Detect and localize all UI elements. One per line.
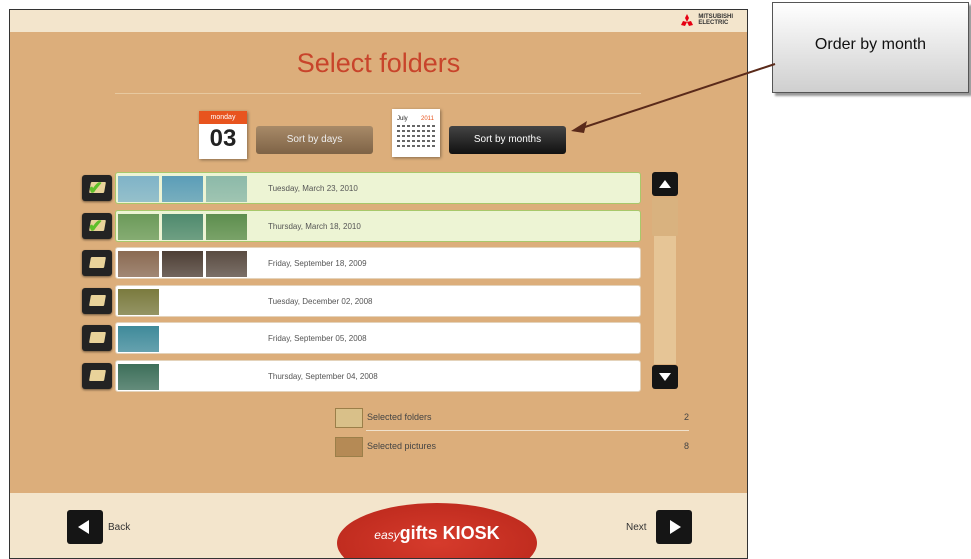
photo-thumbnail <box>162 251 203 277</box>
annotation-callout: Order by month <box>772 2 969 93</box>
folder-checkbox[interactable] <box>82 362 112 389</box>
sort-by-months-button[interactable]: Sort by months <box>449 126 566 154</box>
back-label[interactable]: Back <box>108 522 130 533</box>
arrow-up-icon <box>659 180 671 188</box>
scroll-down-button[interactable] <box>652 365 678 389</box>
summary-divider <box>366 430 689 431</box>
calendar-grid <box>397 125 435 149</box>
weekday-label: monday <box>199 111 247 124</box>
folder-icon <box>89 332 106 343</box>
folder-icon <box>89 257 106 268</box>
selected-pictures-summary: Selected pictures 8 <box>335 435 689 459</box>
folder-checkbox[interactable] <box>82 250 112 276</box>
photo-thumbnail <box>118 363 159 390</box>
folder-checkbox[interactable] <box>82 287 112 314</box>
folder-row[interactable]: Friday, September 18, 2009 <box>115 247 641 279</box>
arrow-right-icon <box>670 520 681 534</box>
selected-folders-summary: Selected folders 2 <box>335 406 689 430</box>
checkmark-icon: ✔ <box>88 215 104 236</box>
folder-row[interactable]: Thursday, September 04, 2008 <box>115 359 641 392</box>
logo-word-gifts: gifts <box>399 523 438 543</box>
day-calendar-icon[interactable]: monday 03 <box>199 111 247 159</box>
month-calendar-icon[interactable]: July 2011 <box>392 109 440 157</box>
selected-pictures-count: 8 <box>683 441 689 451</box>
month-label: July <box>397 116 408 122</box>
mitsubishi-logo: MITSUBISHI ELECTRIC <box>678 14 733 26</box>
selected-pictures-label: Selected pictures <box>367 441 437 451</box>
folder-row[interactable]: Friday, September 05, 2008 <box>115 322 641 354</box>
photo-thumbnail <box>206 176 247 202</box>
photo-thumbnail <box>118 288 159 315</box>
folder-thumbnails <box>118 176 247 202</box>
top-bar: MITSUBISHI ELECTRIC <box>10 10 747 32</box>
photo-thumbnail <box>162 213 203 240</box>
folder-icon <box>335 408 363 428</box>
folder-row[interactable]: Tuesday, December 02, 2008 <box>115 284 641 317</box>
pictures-icon <box>335 437 363 457</box>
folder-date: Tuesday, March 23, 2010 <box>268 184 358 193</box>
selected-folders-label: Selected folders <box>367 412 432 422</box>
callout-text: Order by month <box>814 36 927 53</box>
folder-thumbnails <box>118 213 247 240</box>
photo-thumbnail <box>118 251 159 277</box>
folder-date: Tuesday, December 02, 2008 <box>268 296 373 306</box>
photo-thumbnail <box>206 251 247 277</box>
logo-script: easy <box>374 528 400 542</box>
arrow-left-icon <box>78 520 89 534</box>
arrow-down-icon <box>659 373 671 381</box>
folder-icon <box>89 294 106 306</box>
folder-thumbnails <box>118 363 159 390</box>
folder-thumbnails <box>118 326 159 352</box>
folder-thumbnails <box>118 288 159 315</box>
photo-thumbnail <box>162 176 203 202</box>
folder-date: Thursday, September 04, 2008 <box>268 371 378 381</box>
folder-row[interactable]: Thursday, March 18, 2010 <box>115 209 641 242</box>
title-divider <box>115 93 641 94</box>
folder-thumbnails <box>118 251 247 277</box>
photo-thumbnail <box>118 213 159 240</box>
folder-date: Thursday, March 18, 2010 <box>268 221 361 231</box>
checkmark-icon: ✔ <box>88 178 104 198</box>
selected-folders-count: 2 <box>683 412 689 422</box>
back-button[interactable] <box>67 510 103 544</box>
next-label[interactable]: Next <box>626 522 647 533</box>
sort-by-days-button[interactable]: Sort by days <box>256 126 373 154</box>
photo-thumbnail <box>118 176 159 202</box>
day-number: 03 <box>209 125 237 152</box>
scroll-up-button[interactable] <box>652 172 678 196</box>
folder-checkbox[interactable] <box>82 325 112 351</box>
kiosk-window: MITSUBISHI ELECTRIC Select folders monda… <box>9 9 748 559</box>
year-label: 2011 <box>421 116 434 122</box>
photo-thumbnail <box>118 326 159 352</box>
folder-date: Friday, September 18, 2009 <box>268 259 367 268</box>
folder-date: Friday, September 05, 2008 <box>268 334 367 343</box>
folder-checkbox-checked[interactable]: ✔ <box>82 212 112 239</box>
logo-word-kiosk: KIOSK <box>442 523 500 543</box>
page-title: Select folders <box>296 48 461 78</box>
scrollbar-thumb[interactable] <box>652 198 678 236</box>
photo-thumbnail <box>206 213 247 240</box>
folder-checkbox-checked[interactable]: ✔ <box>82 175 112 201</box>
folder-row[interactable]: Tuesday, March 23, 2010 <box>115 172 641 204</box>
mitsubishi-diamonds-icon <box>681 14 694 26</box>
brand-name-line2: ELECTRIC <box>698 20 729 26</box>
next-button[interactable] <box>656 510 692 544</box>
folder-icon <box>89 369 106 381</box>
